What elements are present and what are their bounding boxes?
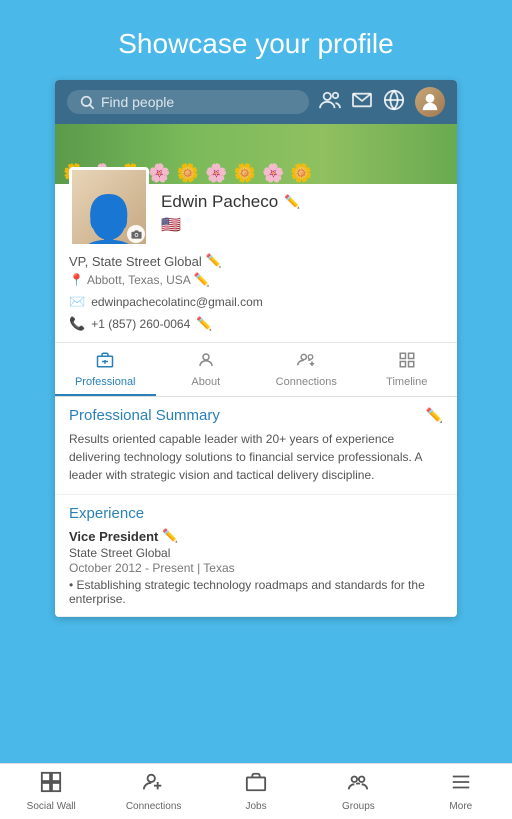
page-title: Showcase your profile xyxy=(20,28,492,60)
experience-edit-icon[interactable]: ✏️ xyxy=(162,528,178,544)
connections-tab-icon xyxy=(297,351,315,374)
globe-nav-icon[interactable] xyxy=(383,89,405,116)
phone-text: +1 (857) 260-0064 xyxy=(91,317,190,331)
experience-bullet: • Establishing strategic technology road… xyxy=(69,578,443,606)
search-bar: Find people xyxy=(55,80,457,124)
more-bottom-icon xyxy=(450,771,472,799)
more-bottom-label: More xyxy=(449,801,472,812)
email-text: edwinpachecolatinc@gmail.com xyxy=(91,295,263,309)
timeline-tab-icon xyxy=(398,351,416,374)
bottom-nav-jobs[interactable]: Jobs xyxy=(205,765,307,818)
experience-section: Experience Vice President ✏️ State Stree… xyxy=(55,495,457,617)
location-edit-icon[interactable]: ✏️ xyxy=(194,272,210,288)
profile-title-row: VP, State Street Global ✏️ xyxy=(69,253,443,269)
user-avatar[interactable] xyxy=(415,87,445,117)
search-icon xyxy=(79,94,95,110)
bottom-nav-groups[interactable]: Groups xyxy=(307,765,409,818)
tab-about[interactable]: About xyxy=(156,343,257,396)
search-input-wrapper[interactable]: Find people xyxy=(67,90,309,114)
social-wall-icon xyxy=(40,771,62,799)
bottom-nav: Social Wall Connections Jobs xyxy=(0,763,512,819)
profile-name-section: Edwin Pacheco ✏️ 🇺🇸 xyxy=(161,192,443,235)
profile-meta: VP, State Street Global ✏️ 📍 Abbott, Tex… xyxy=(69,253,443,288)
jobs-bottom-icon xyxy=(245,771,267,799)
tab-connections-label: Connections xyxy=(276,376,337,388)
camera-icon-badge[interactable] xyxy=(127,225,145,243)
experience-dates: October 2012 - Present | Texas xyxy=(69,561,443,575)
professional-summary-heading: Professional Summary xyxy=(69,407,443,424)
jobs-bottom-label: Jobs xyxy=(245,801,266,812)
tab-timeline-label: Timeline xyxy=(386,376,427,388)
bottom-nav-more[interactable]: More xyxy=(410,765,512,818)
bottom-nav-connections[interactable]: Connections xyxy=(102,765,204,818)
job-title-text: VP, State Street Global xyxy=(69,254,202,269)
people-nav-icon[interactable] xyxy=(319,90,341,115)
location-text: Abbott, Texas, USA xyxy=(87,273,191,287)
connections-bottom-label: Connections xyxy=(126,801,182,812)
social-wall-label: Social Wall xyxy=(27,801,76,812)
email-row: ✉️ edwinpachecolatinc@gmail.com xyxy=(69,294,443,310)
main-card: Find people xyxy=(55,80,457,617)
experience-heading: Experience xyxy=(69,505,443,522)
search-placeholder-text: Find people xyxy=(101,94,174,110)
profile-location-row: 📍 Abbott, Texas, USA ✏️ xyxy=(69,272,443,288)
professional-summary-section: ✏️ Professional Summary Results oriented… xyxy=(55,397,457,495)
tab-about-label: About xyxy=(191,376,220,388)
profile-avatar-wrapper: 👤 xyxy=(69,167,149,247)
professional-summary-body: Results oriented capable leader with 20+… xyxy=(69,430,443,484)
about-tab-icon xyxy=(197,351,215,374)
flag-row: 🇺🇸 xyxy=(161,215,443,235)
mail-nav-icon[interactable] xyxy=(351,91,373,114)
job-title: Vice President xyxy=(69,529,158,544)
tab-timeline[interactable]: Timeline xyxy=(357,343,458,396)
profile-info: 👤 Edwin Pacheco ✏️ 🇺🇸 xyxy=(55,184,457,343)
profile-tabs: Professional About xyxy=(55,343,457,397)
bottom-nav-social-wall[interactable]: Social Wall xyxy=(0,765,102,818)
country-flag: 🇺🇸 xyxy=(161,217,181,234)
experience-company: State Street Global xyxy=(69,546,443,560)
professional-summary-edit-icon[interactable]: ✏️ xyxy=(426,407,443,424)
title-edit-icon[interactable]: ✏️ xyxy=(206,253,222,269)
connections-bottom-icon xyxy=(143,771,165,799)
experience-title-row: Vice President ✏️ xyxy=(69,528,443,544)
groups-bottom-icon xyxy=(347,771,369,799)
phone-icon: 📞 xyxy=(69,316,85,332)
experience-item: Vice President ✏️ State Street Global Oc… xyxy=(69,528,443,606)
phone-edit-icon[interactable]: ✏️ xyxy=(196,316,212,332)
search-nav-icons xyxy=(319,87,445,117)
profile-name: Edwin Pacheco xyxy=(161,192,278,212)
tab-professional[interactable]: Professional xyxy=(55,343,156,396)
email-icon: ✉️ xyxy=(69,294,85,310)
groups-bottom-label: Groups xyxy=(342,801,375,812)
location-icon: 📍 xyxy=(69,273,84,287)
name-edit-icon[interactable]: ✏️ xyxy=(284,194,300,210)
phone-row: 📞 +1 (857) 260-0064 ✏️ xyxy=(69,316,443,332)
header-section: Showcase your profile xyxy=(0,0,512,80)
tab-connections[interactable]: Connections xyxy=(256,343,357,396)
tab-professional-label: Professional xyxy=(75,376,136,388)
professional-tab-icon xyxy=(96,351,114,374)
